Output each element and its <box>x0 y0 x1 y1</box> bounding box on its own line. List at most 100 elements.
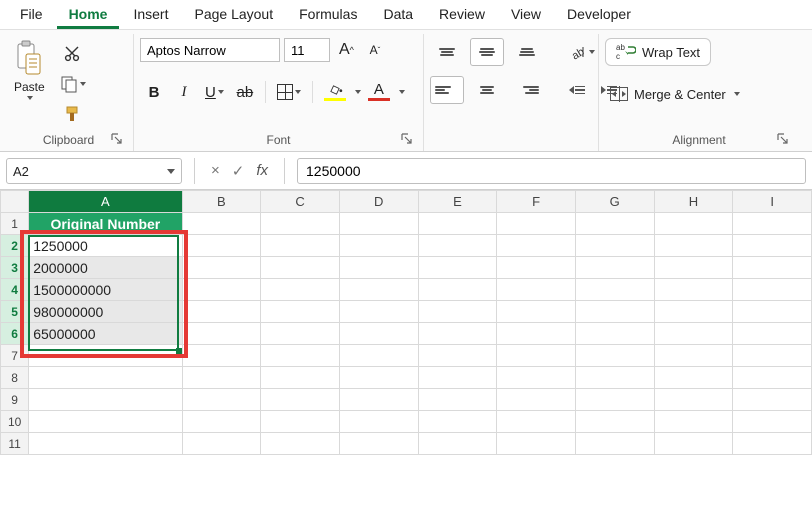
cell-A5[interactable]: 980000000 <box>29 301 182 323</box>
group-label-clipboard: Clipboard <box>43 133 94 147</box>
merge-center-label: Merge & Center <box>634 87 726 102</box>
col-header-I[interactable]: I <box>733 191 812 213</box>
col-header-E[interactable]: E <box>418 191 497 213</box>
chevron-down-icon[interactable] <box>355 90 361 94</box>
chevron-down-icon[interactable] <box>399 90 405 94</box>
scissors-icon <box>64 45 82 63</box>
dialog-launcher-icon[interactable] <box>777 133 789 145</box>
paste-label: Paste <box>14 80 45 94</box>
format-painter-button[interactable] <box>55 102 91 126</box>
cell-A1[interactable]: Original Number <box>29 213 182 235</box>
row-header-1[interactable]: 1 <box>1 213 29 235</box>
cell-A6[interactable]: 65000000 <box>29 323 182 345</box>
col-header-C[interactable]: C <box>261 191 340 213</box>
row-header-5[interactable]: 5 <box>1 301 29 323</box>
ribbon: Paste <box>0 30 812 152</box>
dialog-launcher-icon[interactable] <box>401 133 413 145</box>
spreadsheet-grid[interactable]: A B C D E F G H I 1 Original Number 2 12… <box>0 190 812 455</box>
tab-data[interactable]: Data <box>371 0 425 29</box>
tab-developer[interactable]: Developer <box>555 0 643 29</box>
cell-B1[interactable] <box>182 213 261 235</box>
decrease-indent-button[interactable] <box>564 78 590 102</box>
clipboard-paste-icon <box>14 40 44 78</box>
row-header-4[interactable]: 4 <box>1 279 29 301</box>
orientation-button[interactable]: ab <box>564 40 600 64</box>
shrink-font-icon: A <box>370 43 378 57</box>
cut-button[interactable] <box>55 42 91 66</box>
name-box[interactable]: A2 <box>6 158 182 184</box>
font-color-icon: A <box>374 83 384 97</box>
row-header-2[interactable]: 2 <box>1 235 29 257</box>
tab-page-layout[interactable]: Page Layout <box>182 0 285 29</box>
col-header-A[interactable]: A <box>29 191 182 213</box>
tab-file[interactable]: File <box>8 0 55 29</box>
borders-button[interactable] <box>272 80 306 104</box>
italic-button[interactable]: I <box>170 80 198 104</box>
confirm-formula-button[interactable]: ✓ <box>228 162 249 180</box>
align-middle-button[interactable] <box>470 38 504 66</box>
row-header-6[interactable]: 6 <box>1 323 29 345</box>
row-header-11[interactable]: 11 <box>1 433 29 455</box>
group-label-font: Font <box>266 133 290 147</box>
paintbrush-icon <box>64 105 82 123</box>
tab-home[interactable]: Home <box>57 0 120 29</box>
select-all-corner[interactable] <box>1 191 29 213</box>
align-top-icon <box>435 41 459 63</box>
tab-formulas[interactable]: Formulas <box>287 0 369 29</box>
col-header-G[interactable]: G <box>575 191 654 213</box>
name-box-value: A2 <box>13 164 29 179</box>
dialog-launcher-icon[interactable] <box>111 133 123 145</box>
svg-text:ab: ab <box>616 43 625 52</box>
align-bottom-button[interactable] <box>510 38 544 66</box>
row-header-7[interactable]: 7 <box>1 345 29 367</box>
group-clipboard: Paste <box>4 34 134 151</box>
merge-center-button[interactable]: Merge & Center <box>605 82 745 106</box>
svg-text:ab: ab <box>570 46 587 61</box>
svg-text:c: c <box>616 52 620 61</box>
decrease-font-size-button[interactable]: A ˇ <box>363 38 387 62</box>
row-header-10[interactable]: 10 <box>1 411 29 433</box>
copy-icon <box>60 75 78 93</box>
col-header-D[interactable]: D <box>339 191 418 213</box>
align-top-button[interactable] <box>430 38 464 66</box>
col-header-H[interactable]: H <box>654 191 733 213</box>
font-color-button[interactable]: A <box>363 80 395 104</box>
tab-review[interactable]: Review <box>427 0 497 29</box>
chevron-down-icon <box>589 50 595 54</box>
row-header-9[interactable]: 9 <box>1 389 29 411</box>
chevron-down-icon <box>218 90 224 94</box>
font-name-select[interactable] <box>140 38 280 62</box>
font-size-select[interactable] <box>284 38 330 62</box>
cell-A3[interactable]: 2000000 <box>29 257 182 279</box>
copy-button[interactable] <box>55 72 91 96</box>
wrap-text-icon: ab c <box>616 43 636 61</box>
cell-A2[interactable]: 1250000 <box>29 235 182 257</box>
row-header-3[interactable]: 3 <box>1 257 29 279</box>
paste-button[interactable]: Paste <box>10 38 49 102</box>
underline-button[interactable]: U <box>200 80 229 104</box>
col-header-B[interactable]: B <box>182 191 261 213</box>
align-middle-icon <box>475 41 499 63</box>
chevron-down-icon <box>167 169 175 174</box>
insert-function-button[interactable]: fx <box>252 162 272 179</box>
group-font: A ^ A ˇ B I U ab <box>134 34 424 151</box>
align-right-icon <box>515 79 539 101</box>
chevron-down-icon <box>27 96 33 100</box>
col-header-F[interactable]: F <box>497 191 576 213</box>
align-left-button[interactable] <box>430 76 464 104</box>
align-right-button[interactable] <box>510 76 544 104</box>
align-center-button[interactable] <box>470 76 504 104</box>
cancel-formula-button[interactable]: × <box>207 162 224 179</box>
formula-input[interactable] <box>297 158 806 184</box>
bold-button[interactable]: B <box>140 80 168 104</box>
wrap-text-button[interactable]: ab c Wrap Text <box>605 38 711 66</box>
tab-view[interactable]: View <box>499 0 553 29</box>
grow-font-icon: A <box>339 41 350 59</box>
cell-A4[interactable]: 1500000000 <box>29 279 182 301</box>
strikethrough-button[interactable]: ab <box>231 80 259 104</box>
borders-icon <box>277 84 293 100</box>
fill-color-button[interactable] <box>319 80 351 104</box>
row-header-8[interactable]: 8 <box>1 367 29 389</box>
increase-font-size-button[interactable]: A ^ <box>334 38 359 62</box>
tab-insert[interactable]: Insert <box>121 0 180 29</box>
